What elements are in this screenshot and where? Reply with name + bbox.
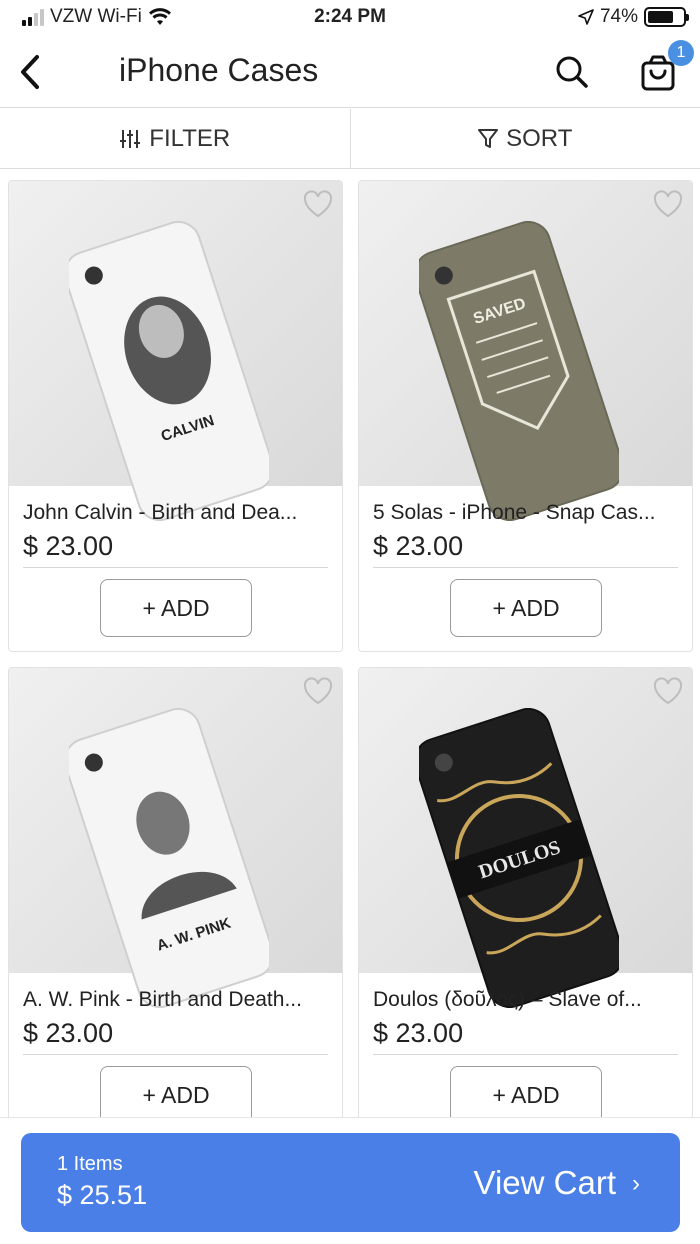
phone-case-illustration: A. W. PINK <box>69 708 269 1008</box>
page-title: iPhone Cases <box>119 52 319 88</box>
add-to-cart-button[interactable]: + ADD <box>100 579 252 637</box>
favorite-heart-icon[interactable] <box>302 189 334 219</box>
product-price: $ 23.00 <box>373 1018 464 1048</box>
chevron-right-icon: › <box>632 1170 640 1197</box>
product-image[interactable]: DOULOS <box>359 668 692 1008</box>
sliders-icon <box>120 129 141 148</box>
filter-button[interactable]: FILTER <box>0 109 350 168</box>
funnel-icon <box>478 128 499 148</box>
view-cart-label: View Cart <box>473 1164 616 1201</box>
cart-count-badge: 1 <box>668 40 694 66</box>
sort-button[interactable]: SORT <box>349 109 700 168</box>
product-card[interactable]: CALVIN John Calvin - Birth and Dea... $ … <box>8 180 343 652</box>
favorite-heart-icon[interactable] <box>302 676 334 706</box>
product-image[interactable]: CALVIN <box>9 181 342 521</box>
phone-case-illustration: CALVIN <box>69 221 269 521</box>
divider <box>373 567 678 568</box>
product-name[interactable]: A. W. Pink - Birth and Death... <box>23 988 328 1012</box>
product-card[interactable]: DOULOS Doulos (δοῦλος) – Slave of... $ 2… <box>358 667 693 1127</box>
add-to-cart-button[interactable]: + ADD <box>450 579 602 637</box>
back-chevron-icon <box>21 55 39 89</box>
divider <box>23 567 328 568</box>
divider <box>23 1054 328 1055</box>
status-bar: VZW Wi-Fi 2:24 PM 74% <box>0 0 700 36</box>
search-button[interactable] <box>552 52 592 92</box>
phone-case-illustration: DOULOS <box>419 708 619 1008</box>
product-price: $ 23.00 <box>23 1018 114 1048</box>
sort-label: SORT <box>506 124 573 152</box>
phone-case-illustration: SAVED <box>419 221 619 521</box>
add-to-cart-button[interactable]: + ADD <box>100 1066 252 1124</box>
product-name[interactable]: Doulos (δοῦλος) – Slave of... <box>373 988 678 1012</box>
filter-sort-bar: FILTER SORT <box>0 109 700 169</box>
nav-bar: iPhone Cases 1 <box>0 36 700 108</box>
view-cart-button[interactable]: 1 Items $ 25.51 View Cart › <box>21 1133 680 1232</box>
product-image[interactable]: SAVED <box>359 181 692 521</box>
search-icon <box>556 56 588 88</box>
divider <box>373 1054 678 1055</box>
product-card[interactable]: A. W. PINK A. W. Pink - Birth and Death.… <box>8 667 343 1127</box>
product-image[interactable]: A. W. PINK <box>9 668 342 1008</box>
cart-item-count: 1 Items <box>57 1153 123 1175</box>
battery-percent: 74% <box>599 6 638 27</box>
product-name[interactable]: 5 Solas - iPhone - Snap Cas... <box>373 501 678 525</box>
battery-icon <box>644 7 689 27</box>
product-price: $ 23.00 <box>23 531 114 561</box>
location-arrow-icon <box>578 9 594 25</box>
back-button[interactable] <box>10 50 50 94</box>
cart-total: $ 25.51 <box>57 1180 148 1210</box>
add-to-cart-button[interactable]: + ADD <box>450 1066 602 1124</box>
product-name[interactable]: John Calvin - Birth and Dea... <box>23 501 328 525</box>
status-right: 74% <box>578 6 689 28</box>
product-card[interactable]: SAVED 5 Solas - iPhone - Snap Cas... $ 2… <box>358 180 693 652</box>
favorite-heart-icon[interactable] <box>652 189 684 219</box>
product-price: $ 23.00 <box>373 531 464 561</box>
favorite-heart-icon[interactable] <box>652 676 684 706</box>
filter-label: FILTER <box>149 124 231 152</box>
cart-summary-bar: 1 Items $ 25.51 View Cart › <box>0 1117 700 1244</box>
